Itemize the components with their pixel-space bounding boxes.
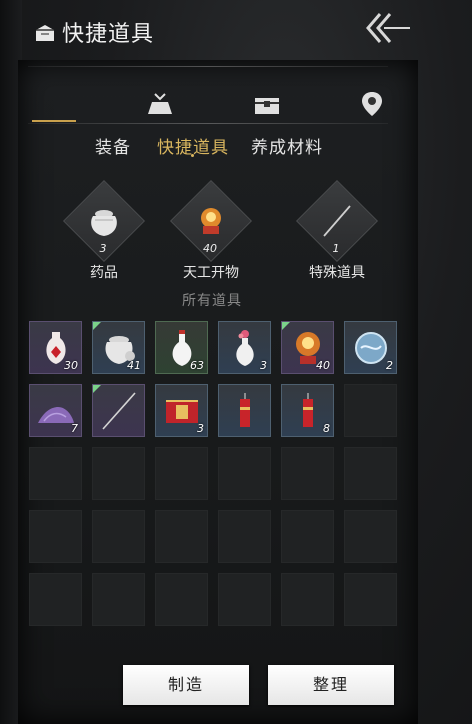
sort-button[interactable]: 整理	[268, 665, 394, 705]
map-pin-icon[interactable]	[356, 88, 388, 120]
equip-count: 3	[99, 242, 107, 255]
purple-powder-icon	[38, 407, 74, 423]
inventory-screen: 快捷道具 装备 快捷道具 养成材料 3 药品 40 天工开物 1 特殊道具 所有…	[0, 0, 472, 724]
blue-orb-icon	[355, 332, 387, 364]
chest-icon[interactable]	[251, 88, 283, 120]
empty-slot[interactable]	[281, 447, 334, 500]
item-count: 8	[323, 422, 330, 435]
empty-slot[interactable]	[344, 447, 397, 500]
category-divider	[28, 123, 388, 124]
tab-active-dot	[191, 154, 194, 157]
item-slot[interactable]: 41	[92, 321, 145, 374]
item-slot[interactable]: 7	[29, 384, 82, 437]
firework-icon	[201, 208, 221, 234]
empty-slot[interactable]	[281, 510, 334, 563]
item-slot[interactable]: 3	[155, 384, 208, 437]
item-slot[interactable]: 40	[281, 321, 334, 374]
firecracker-icon	[303, 393, 313, 427]
item-count: 30	[64, 359, 78, 372]
page-title: 快捷道具	[62, 22, 155, 47]
needle-icon	[102, 392, 136, 430]
empty-slot[interactable]	[344, 384, 397, 437]
empty-slot[interactable]	[281, 573, 334, 626]
empty-slot[interactable]	[155, 573, 208, 626]
empty-slot[interactable]	[155, 510, 208, 563]
equip-slot-medicine[interactable]: 3 药品	[62, 179, 146, 282]
empty-slot[interactable]	[155, 447, 208, 500]
red-box-icon	[166, 400, 198, 423]
item-slot[interactable]: 3	[218, 321, 271, 374]
item-slot[interactable]: 2	[344, 321, 397, 374]
pouch-icon[interactable]	[144, 88, 176, 120]
empty-slot[interactable]	[344, 510, 397, 563]
all-items-label: 所有道具	[182, 293, 242, 309]
empty-slot[interactable]	[29, 510, 82, 563]
item-count: 3	[260, 359, 267, 372]
category-active-indicator	[32, 120, 76, 122]
item-count: 3	[197, 422, 204, 435]
crossed-swords-icon[interactable]	[38, 88, 70, 120]
equip-count: 1	[332, 242, 340, 255]
equip-slot-special[interactable]: 1 特殊道具	[295, 179, 379, 282]
flower-vase-icon	[236, 330, 254, 366]
item-count: 2	[386, 359, 393, 372]
empty-slot[interactable]	[92, 447, 145, 500]
needle-icon	[323, 205, 351, 237]
item-slot[interactable]: 8	[281, 384, 334, 437]
equip-slot-firework[interactable]: 40 天工开物	[169, 179, 253, 282]
empty-slot[interactable]	[218, 447, 271, 500]
back-arrow-icon[interactable]	[360, 6, 418, 50]
equip-label: 药品	[90, 265, 118, 281]
tab-equipment[interactable]: 装备	[95, 133, 131, 158]
header-divider	[28, 66, 388, 67]
empty-slot[interactable]	[92, 510, 145, 563]
equip-label: 特殊道具	[309, 265, 365, 281]
craft-button[interactable]: 制造	[123, 665, 249, 705]
firecracker-icon	[240, 393, 250, 427]
item-slot[interactable]: 30	[29, 321, 82, 374]
tab-materials[interactable]: 养成材料	[251, 133, 323, 158]
empty-slot[interactable]	[218, 510, 271, 563]
empty-slot[interactable]	[218, 573, 271, 626]
empty-slot[interactable]	[29, 573, 82, 626]
empty-slot[interactable]	[29, 447, 82, 500]
pack-icon	[36, 25, 54, 41]
item-count: 63	[190, 359, 204, 372]
item-count: 40	[316, 359, 330, 372]
item-slot[interactable]: 63	[155, 321, 208, 374]
empty-slot[interactable]	[92, 573, 145, 626]
item-count: 7	[71, 422, 78, 435]
equip-count: 40	[203, 242, 217, 255]
item-slot[interactable]	[218, 384, 271, 437]
item-slot[interactable]	[92, 384, 145, 437]
equip-label: 天工开物	[183, 265, 239, 281]
header: 快捷道具	[0, 0, 472, 66]
empty-slot[interactable]	[344, 573, 397, 626]
item-count: 41	[127, 359, 141, 372]
jar-icon	[91, 210, 117, 236]
